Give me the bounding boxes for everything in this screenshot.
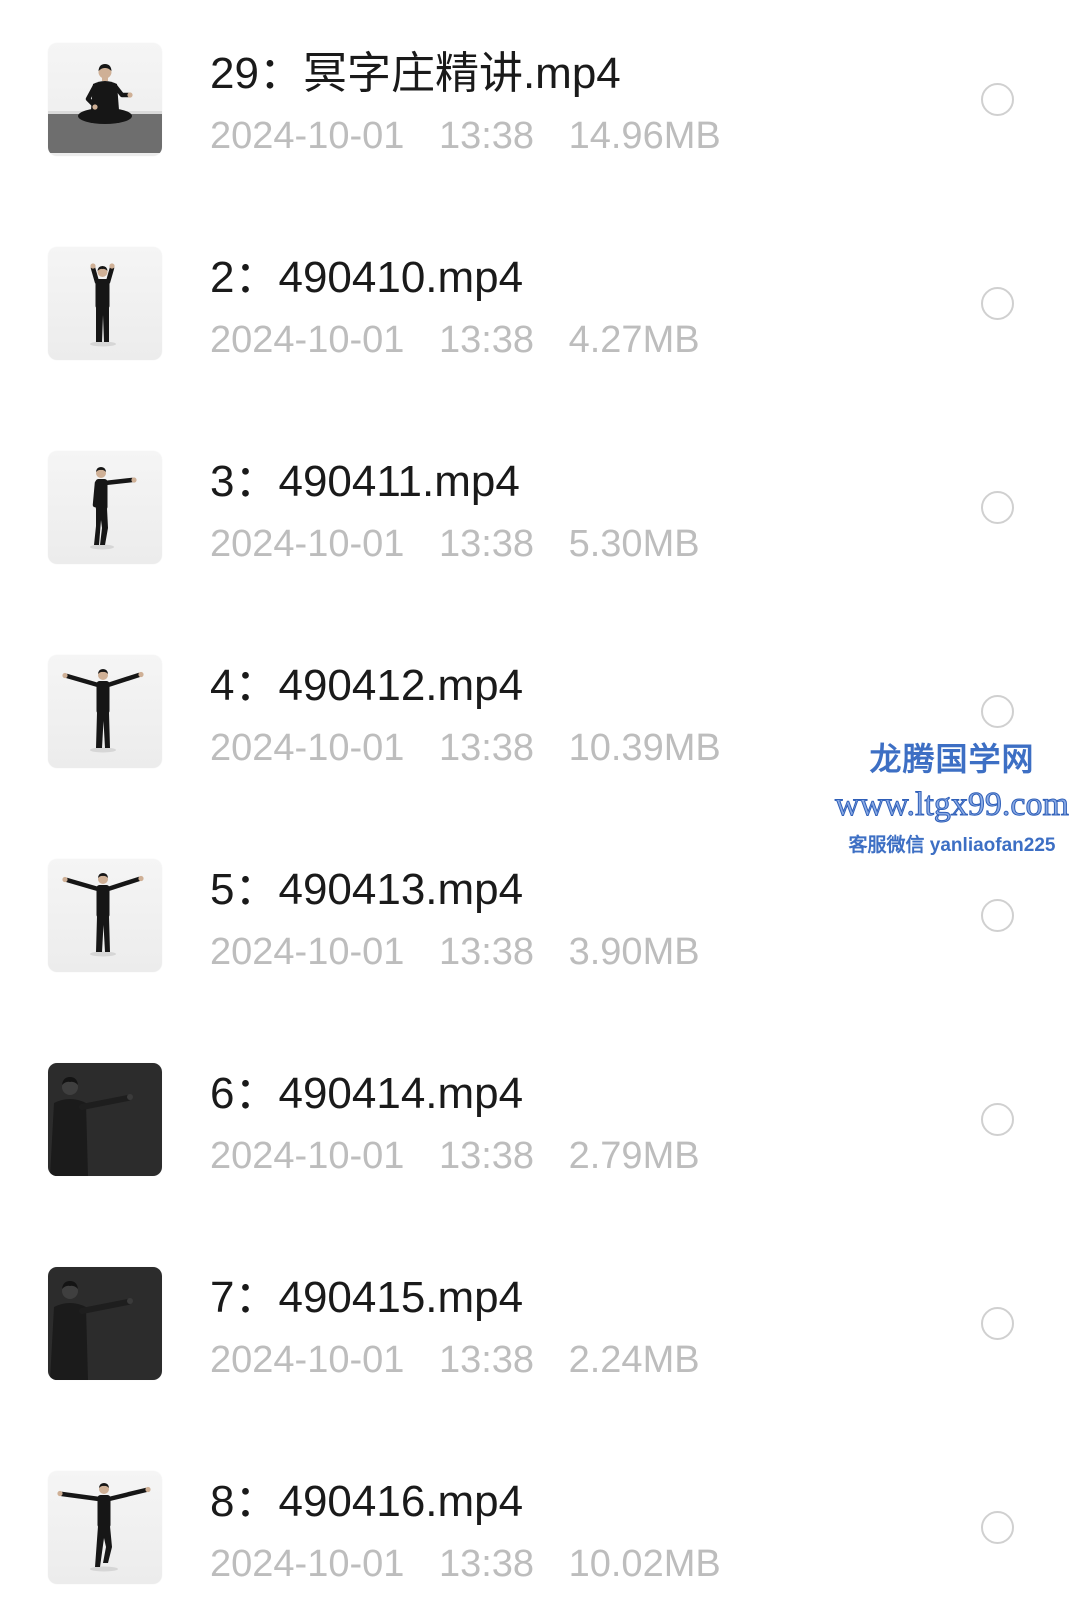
file-info: 6：490414.mp4 2024-10-01 13:38 2.79MB bbox=[210, 1068, 700, 1178]
file-time: 13:38 bbox=[438, 319, 535, 361]
file-info: 4：490412.mp4 2024-10-01 13:38 10.39MB bbox=[210, 660, 721, 770]
file-time: 13:38 bbox=[438, 1339, 535, 1381]
file-size: 2.79MB bbox=[568, 1135, 700, 1177]
file-row[interactable]: 2：490410.mp4 2024-10-01 13:38 4.27MB bbox=[0, 247, 1080, 362]
file-date: 2024-10-01 bbox=[210, 319, 405, 361]
file-name: 7：490415.mp4 bbox=[210, 1273, 524, 1322]
file-info: 2：490410.mp4 2024-10-01 13:38 4.27MB bbox=[210, 252, 700, 362]
select-radio-button[interactable] bbox=[981, 899, 1014, 932]
file-meta: 2024-10-01 13:38 2.24MB bbox=[210, 1338, 700, 1382]
file-size: 10.39MB bbox=[568, 727, 721, 769]
file-date: 2024-10-01 bbox=[210, 727, 405, 769]
thumbnail-image bbox=[48, 64, 162, 153]
file-info: 3：490411.mp4 2024-10-01 13:38 5.30MB bbox=[210, 456, 700, 566]
file-name: 29：冥字庄精讲.mp4 bbox=[210, 49, 621, 98]
file-meta: 2024-10-01 13:38 2.79MB bbox=[210, 1134, 700, 1178]
select-radio-button[interactable] bbox=[981, 695, 1014, 728]
file-size: 2.24MB bbox=[568, 1339, 700, 1381]
thumbnail-image bbox=[62, 873, 144, 957]
file-name: 6：490414.mp4 bbox=[210, 1069, 524, 1118]
file-row[interactable]: 7：490415.mp4 2024-10-01 13:38 2.24MB bbox=[0, 1267, 1080, 1382]
video-thumbnail bbox=[48, 43, 162, 156]
file-date: 2024-10-01 bbox=[210, 1135, 405, 1177]
file-info: 8：490416.mp4 2024-10-01 13:38 10.02MB bbox=[210, 1476, 721, 1586]
select-radio-button[interactable] bbox=[981, 1103, 1014, 1136]
video-thumbnail bbox=[48, 655, 162, 768]
file-info: 5：490413.mp4 2024-10-01 13:38 3.90MB bbox=[210, 864, 700, 974]
file-list: 29：冥字庄精讲.mp4 2024-10-01 13:38 14.96MB 2：… bbox=[0, 43, 1080, 1586]
file-size: 10.02MB bbox=[568, 1543, 721, 1585]
file-row[interactable]: 4：490412.mp4 2024-10-01 13:38 10.39MB bbox=[0, 655, 1080, 770]
file-name: 8：490416.mp4 bbox=[210, 1477, 524, 1526]
select-radio-button[interactable] bbox=[981, 83, 1014, 116]
file-row[interactable]: 6：490414.mp4 2024-10-01 13:38 2.79MB bbox=[0, 1063, 1080, 1178]
video-thumbnail bbox=[48, 1063, 162, 1176]
file-time: 13:38 bbox=[438, 115, 535, 157]
file-time: 13:38 bbox=[438, 1543, 535, 1585]
file-date: 2024-10-01 bbox=[210, 115, 405, 157]
thumbnail-image bbox=[90, 467, 137, 550]
video-thumbnail bbox=[48, 859, 162, 972]
file-size: 14.96MB bbox=[568, 115, 721, 157]
select-radio-button[interactable] bbox=[981, 1307, 1014, 1340]
file-date: 2024-10-01 bbox=[210, 931, 405, 973]
thumbnail-image bbox=[62, 669, 144, 753]
thumbnail-image bbox=[57, 1483, 151, 1572]
file-meta: 2024-10-01 13:38 14.96MB bbox=[210, 114, 721, 158]
file-size: 3.90MB bbox=[568, 931, 700, 973]
file-date: 2024-10-01 bbox=[210, 1339, 405, 1381]
file-time: 13:38 bbox=[438, 523, 535, 565]
file-size: 5.30MB bbox=[568, 523, 700, 565]
file-meta: 2024-10-01 13:38 10.02MB bbox=[210, 1542, 721, 1586]
file-meta: 2024-10-01 13:38 10.39MB bbox=[210, 726, 721, 770]
video-thumbnail bbox=[48, 247, 162, 360]
file-name: 5：490413.mp4 bbox=[210, 865, 524, 914]
file-date: 2024-10-01 bbox=[210, 523, 405, 565]
file-name: 4：490412.mp4 bbox=[210, 661, 524, 710]
thumbnail-image bbox=[50, 1077, 133, 1176]
video-thumbnail bbox=[48, 451, 162, 564]
select-radio-button[interactable] bbox=[981, 491, 1014, 524]
file-time: 13:38 bbox=[438, 1135, 535, 1177]
file-time: 13:38 bbox=[438, 931, 535, 973]
file-meta: 2024-10-01 13:38 3.90MB bbox=[210, 930, 700, 974]
select-radio-button[interactable] bbox=[981, 287, 1014, 320]
video-thumbnail bbox=[48, 1267, 162, 1380]
file-meta: 2024-10-01 13:38 5.30MB bbox=[210, 522, 700, 566]
file-time: 13:38 bbox=[438, 727, 535, 769]
file-info: 7：490415.mp4 2024-10-01 13:38 2.24MB bbox=[210, 1272, 700, 1382]
file-info: 29：冥字庄精讲.mp4 2024-10-01 13:38 14.96MB bbox=[210, 48, 721, 158]
file-row[interactable]: 3：490411.mp4 2024-10-01 13:38 5.30MB bbox=[0, 451, 1080, 566]
file-row[interactable]: 5：490413.mp4 2024-10-01 13:38 3.90MB bbox=[0, 859, 1080, 974]
file-row[interactable]: 29：冥字庄精讲.mp4 2024-10-01 13:38 14.96MB bbox=[0, 43, 1080, 158]
file-meta: 2024-10-01 13:38 4.27MB bbox=[210, 318, 700, 362]
file-name: 3：490411.mp4 bbox=[210, 457, 520, 506]
select-radio-button[interactable] bbox=[981, 1511, 1014, 1544]
file-date: 2024-10-01 bbox=[210, 1543, 405, 1585]
file-size: 4.27MB bbox=[568, 319, 700, 361]
thumbnail-image bbox=[90, 263, 116, 347]
thumbnail-image bbox=[50, 1281, 133, 1380]
file-name: 2：490410.mp4 bbox=[210, 253, 524, 302]
file-row[interactable]: 8：490416.mp4 2024-10-01 13:38 10.02MB bbox=[0, 1471, 1080, 1586]
video-thumbnail bbox=[48, 1471, 162, 1584]
